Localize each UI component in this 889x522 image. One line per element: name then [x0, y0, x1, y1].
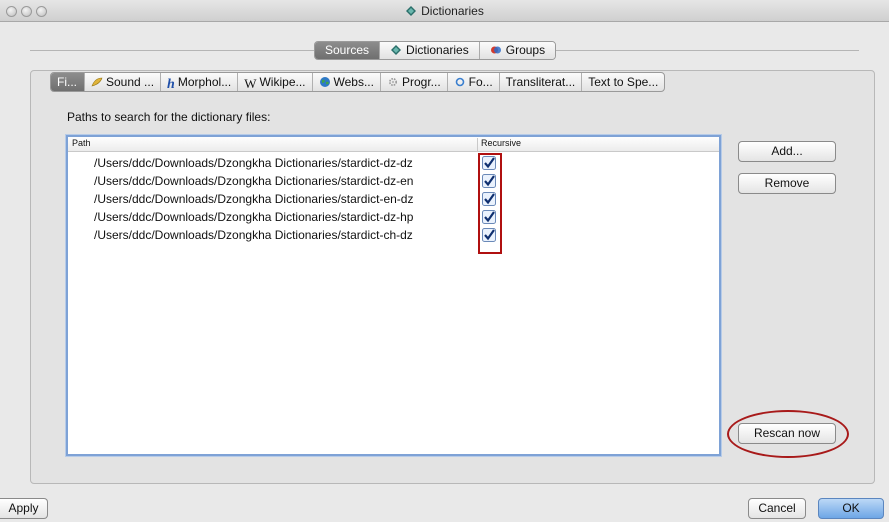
tab-websites[interactable]: Webs... — [313, 73, 381, 91]
path-text: /Users/ddc/Downloads/Dzongkha Dictionari… — [94, 210, 414, 224]
title-bar: Dictionaries — [0, 0, 889, 22]
list-item[interactable]: /Users/ddc/Downloads/Dzongkha Dictionari… — [68, 155, 719, 172]
tab-forvo[interactable]: Fo... — [448, 73, 500, 91]
list-item[interactable]: /Users/ddc/Downloads/Dzongkha Dictionari… — [68, 209, 719, 226]
tab-dictionaries[interactable]: Dictionaries — [380, 42, 480, 59]
source-type-tabs: Fi... Sound ... h Morphol... W Wikipe... W… — [50, 72, 666, 92]
top-tab-bar: Sources Dictionaries Groups — [314, 41, 557, 60]
wikipedia-icon: W — [244, 76, 257, 91]
dictionary-icon — [406, 6, 417, 16]
paths-section-label: Paths to search for the dictionary files… — [67, 110, 271, 124]
recursive-column-annotation — [478, 153, 502, 254]
path-text: /Users/ddc/Downloads/Dzongkha Dictionari… — [94, 228, 413, 242]
list-item[interactable]: /Users/ddc/Downloads/Dzongkha Dictionari… — [68, 191, 719, 208]
tab-programs[interactable]: Progr... — [381, 73, 448, 91]
gear-icon — [388, 77, 397, 87]
list-item[interactable]: /Users/ddc/Downloads/Dzongkha Dictionari… — [68, 173, 719, 190]
remove-path-button[interactable]: Remove — [738, 173, 836, 194]
path-text: /Users/ddc/Downloads/Dzongkha Dictionari… — [94, 192, 414, 206]
path-text: /Users/ddc/Downloads/Dzongkha Dictionari… — [94, 156, 413, 170]
tab-morphology[interactable]: h Morphol... — [161, 73, 239, 92]
tab-wikipedia[interactable]: W Wikipe... — [238, 73, 313, 91]
tab-groups[interactable]: Groups — [479, 42, 556, 59]
tab-files[interactable]: Fi... — [51, 73, 85, 91]
globe-icon — [319, 77, 330, 87]
dictionary-icon — [391, 45, 402, 55]
rescan-annotation — [727, 410, 849, 458]
tab-text-to-speech[interactable]: Text to Spe... — [582, 73, 664, 91]
tab-sources[interactable]: Sources — [315, 42, 381, 59]
window-title: Dictionaries — [0, 4, 889, 18]
forvo-icon — [455, 77, 464, 87]
paths-list[interactable]: Path Recursive /Users/ddc/Downloads/Dzon… — [66, 135, 721, 456]
groups-icon — [490, 46, 501, 54]
sound-icon — [91, 77, 103, 87]
ok-button[interactable]: OK — [818, 498, 884, 519]
dictionaries-window: Dictionaries Sources Dictionaries Groups… — [0, 0, 889, 522]
list-item[interactable]: /Users/ddc/Downloads/Dzongkha Dictionari… — [68, 227, 719, 244]
tab-sound-dirs[interactable]: Sound ... — [85, 73, 162, 91]
apply-button[interactable]: Apply — [0, 498, 48, 519]
morphology-icon: h — [167, 77, 175, 92]
list-header: Path Recursive — [68, 137, 719, 152]
column-header-recursive[interactable]: Recursive — [477, 138, 717, 152]
path-text: /Users/ddc/Downloads/Dzongkha Dictionari… — [94, 174, 414, 188]
add-path-button[interactable]: Add... — [738, 141, 836, 162]
cancel-button[interactable]: Cancel — [748, 498, 806, 519]
column-header-path[interactable]: Path — [72, 138, 91, 148]
tab-transliteration[interactable]: Transliterat... — [500, 73, 583, 91]
